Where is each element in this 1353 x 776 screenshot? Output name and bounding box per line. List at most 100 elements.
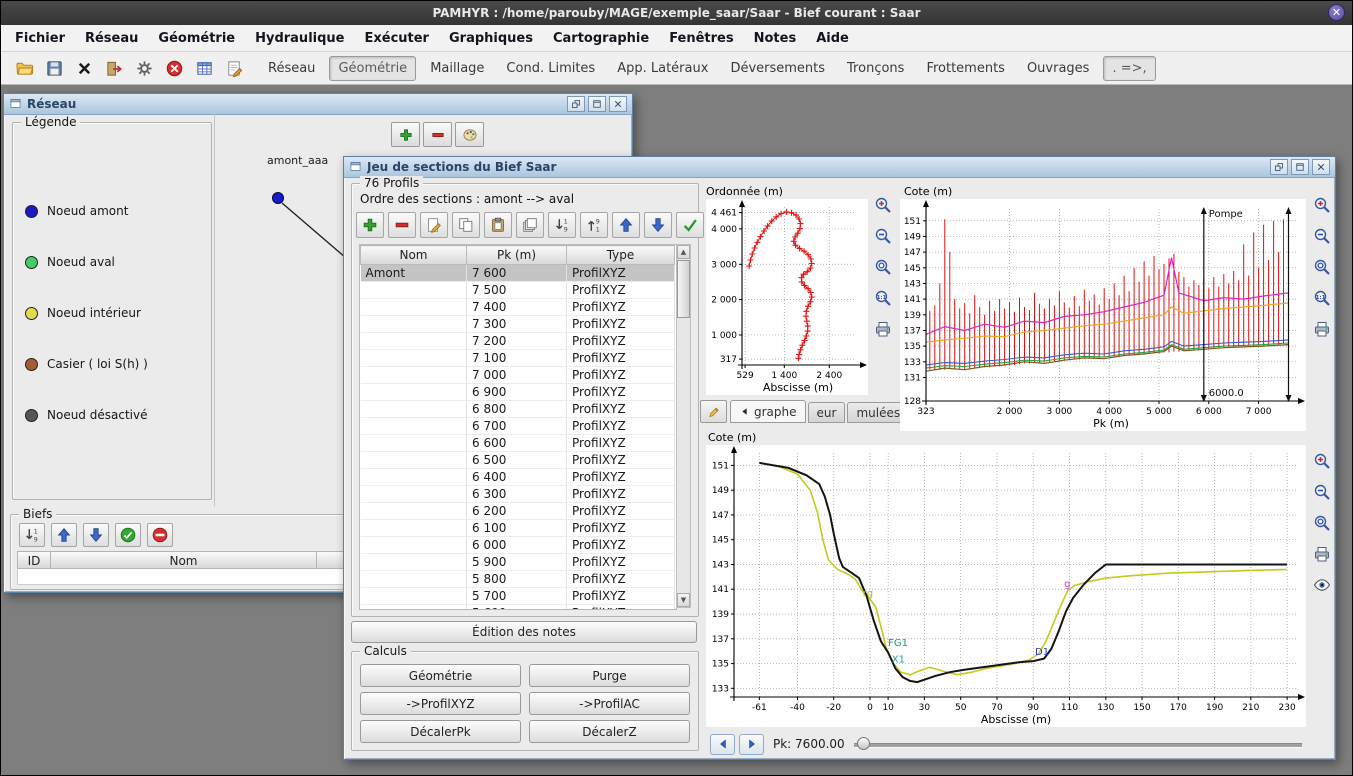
stop-icon[interactable] xyxy=(161,55,188,82)
zoom-fit-icon[interactable] xyxy=(1310,511,1334,535)
save-icon[interactable] xyxy=(41,55,68,82)
maximize-icon[interactable] xyxy=(588,96,606,112)
profile-row[interactable]: 6 400ProfilXYZ xyxy=(361,469,675,486)
zoom-out-icon[interactable] xyxy=(1310,480,1334,504)
biefs-validate-button[interactable] xyxy=(115,523,141,547)
calc-button-geometrie[interactable]: Géométrie xyxy=(360,664,521,687)
biefs-column-nom[interactable]: Nom xyxy=(51,551,317,569)
calc-button-profilxyz[interactable]: ->ProfilXYZ xyxy=(360,692,521,715)
profile-row[interactable]: 7 400ProfilXYZ xyxy=(361,299,675,316)
zoom-out-icon[interactable] xyxy=(1310,224,1334,248)
profile-row[interactable]: 7 500ProfilXYZ xyxy=(361,282,675,299)
zoom-in-icon[interactable] xyxy=(1310,193,1334,217)
column-header-nom[interactable]: Nom xyxy=(361,246,467,265)
next-profile-button[interactable] xyxy=(739,734,764,755)
move-down-button[interactable] xyxy=(644,212,672,238)
biefs-table-body[interactable] xyxy=(17,569,353,585)
profile-row[interactable]: 6 800ProfilXYZ xyxy=(361,401,675,418)
column-header-type[interactable]: Type xyxy=(567,246,675,265)
undock-icon[interactable] xyxy=(567,96,585,112)
toolbar-button-maillage[interactable]: Maillage xyxy=(422,56,492,81)
export-icon[interactable] xyxy=(101,55,128,82)
notes-icon[interactable] xyxy=(221,55,248,82)
menu-item-executer[interactable]: Exécuter xyxy=(354,27,439,50)
settings-gear-icon[interactable] xyxy=(131,55,158,82)
zoom-fit-icon[interactable] xyxy=(1310,255,1334,279)
previous-profile-button[interactable] xyxy=(710,734,735,755)
maximize-icon[interactable] xyxy=(1291,159,1309,175)
column-header-pk-m[interactable]: Pk (m) xyxy=(467,246,567,265)
reseau-window-titlebar[interactable]: Réseau xyxy=(4,94,632,115)
biefs-sort-button[interactable]: 19 xyxy=(19,523,45,547)
toolbar-button-geometrie[interactable]: Géométrie xyxy=(329,56,416,81)
toolbar-button-item[interactable]: . =>, xyxy=(1103,56,1155,81)
table-icon[interactable] xyxy=(191,55,218,82)
menu-item-hydraulique[interactable]: Hydraulique xyxy=(245,27,354,50)
zoom-in-icon[interactable] xyxy=(871,193,895,217)
profile-row[interactable]: 5 900ProfilXYZ xyxy=(361,554,675,571)
paste-button[interactable] xyxy=(484,212,512,238)
profile-row[interactable]: 7 100ProfilXYZ xyxy=(361,350,675,367)
tab-eur[interactable]: eur xyxy=(808,402,846,423)
remove-profile-button[interactable] xyxy=(388,212,416,238)
table-scrollbar[interactable]: ▲ ▼ xyxy=(676,244,691,608)
toolbar-button-cond-limites[interactable]: Cond. Limites xyxy=(498,56,603,81)
menu-item-fichier[interactable]: Fichier xyxy=(5,27,75,50)
sort-ascending-button[interactable]: 91 xyxy=(580,212,608,238)
biefs-column-id[interactable]: ID xyxy=(17,551,51,569)
scroll-up-icon[interactable]: ▲ xyxy=(677,245,690,259)
scroll-down-icon[interactable]: ▼ xyxy=(677,593,690,607)
profile-row[interactable]: 6 100ProfilXYZ xyxy=(361,520,675,537)
toolbar-button-frottements[interactable]: Frottements xyxy=(918,56,1013,81)
profile-row[interactable]: 6 600ProfilXYZ xyxy=(361,435,675,452)
biefs-remove-button[interactable] xyxy=(147,523,173,547)
validate-button[interactable] xyxy=(676,212,704,238)
toolbar-button-ouvrages[interactable]: Ouvrages xyxy=(1019,56,1098,81)
move-up-button[interactable] xyxy=(612,212,640,238)
biefs-move-up-button[interactable] xyxy=(51,523,77,547)
remove-node-button[interactable] xyxy=(423,122,452,147)
close-icon[interactable] xyxy=(609,96,627,112)
profile-row[interactable]: 6 900ProfilXYZ xyxy=(361,384,675,401)
sections-window-titlebar[interactable]: Jeu de sections du Bief Saar xyxy=(344,157,1335,178)
scrollbar-thumb[interactable] xyxy=(677,260,690,318)
close-file-icon[interactable] xyxy=(71,55,98,82)
toolbar-button-troncons[interactable]: Tronçons xyxy=(839,56,912,81)
sort-descending-button[interactable]: 19 xyxy=(548,212,576,238)
zoom-1-1-icon[interactable]: 1:1 xyxy=(1310,286,1334,310)
profile-row[interactable]: Amont7 600ProfilXYZ xyxy=(361,265,675,282)
slider-handle[interactable] xyxy=(857,737,870,750)
profile-row[interactable]: 5 600ProfilXYZ xyxy=(361,605,675,611)
copy-button[interactable] xyxy=(452,212,480,238)
menu-item-geometrie[interactable]: Géométrie xyxy=(148,27,245,50)
menu-item-reseau[interactable]: Réseau xyxy=(75,27,148,50)
profile-row[interactable]: 6 200ProfilXYZ xyxy=(361,503,675,520)
calc-button-purge[interactable]: Purge xyxy=(529,664,690,687)
print-icon[interactable] xyxy=(871,317,895,341)
eye-icon[interactable] xyxy=(1310,573,1334,597)
toolbar-button-reseau[interactable]: Réseau xyxy=(260,56,323,81)
pk-slider[interactable] xyxy=(854,735,1302,753)
print-icon[interactable] xyxy=(1310,317,1334,341)
open-icon[interactable] xyxy=(11,55,38,82)
add-profile-button[interactable] xyxy=(356,212,384,238)
profile-row[interactable]: 5 700ProfilXYZ xyxy=(361,588,675,605)
print-icon[interactable] xyxy=(1310,542,1334,566)
biefs-move-down-button[interactable] xyxy=(83,523,109,547)
toolbar-button-app-lateraux[interactable]: App. Latéraux xyxy=(609,56,716,81)
zoom-fit-icon[interactable] xyxy=(871,255,895,279)
add-node-button[interactable] xyxy=(391,122,420,147)
menu-item-graphiques[interactable]: Graphiques xyxy=(439,27,543,50)
zoom-1-1-icon[interactable]: 1:1 xyxy=(871,286,895,310)
profile-row[interactable]: 7 300ProfilXYZ xyxy=(361,316,675,333)
profile-row[interactable]: 7 200ProfilXYZ xyxy=(361,333,675,350)
edit-notes-button[interactable]: Édition des notes xyxy=(351,621,697,643)
menu-item-cartographie[interactable]: Cartographie xyxy=(543,27,659,50)
calc-button-profilac[interactable]: ->ProfilAC xyxy=(529,692,690,715)
edit-graph-button[interactable] xyxy=(700,400,727,423)
undock-icon[interactable] xyxy=(1270,159,1288,175)
tab-graphe[interactable]: graphe xyxy=(730,400,806,423)
profile-row[interactable]: 6 000ProfilXYZ xyxy=(361,537,675,554)
calc-button-decalerpk[interactable]: DécalerPk xyxy=(360,720,521,743)
close-icon[interactable] xyxy=(1312,159,1330,175)
